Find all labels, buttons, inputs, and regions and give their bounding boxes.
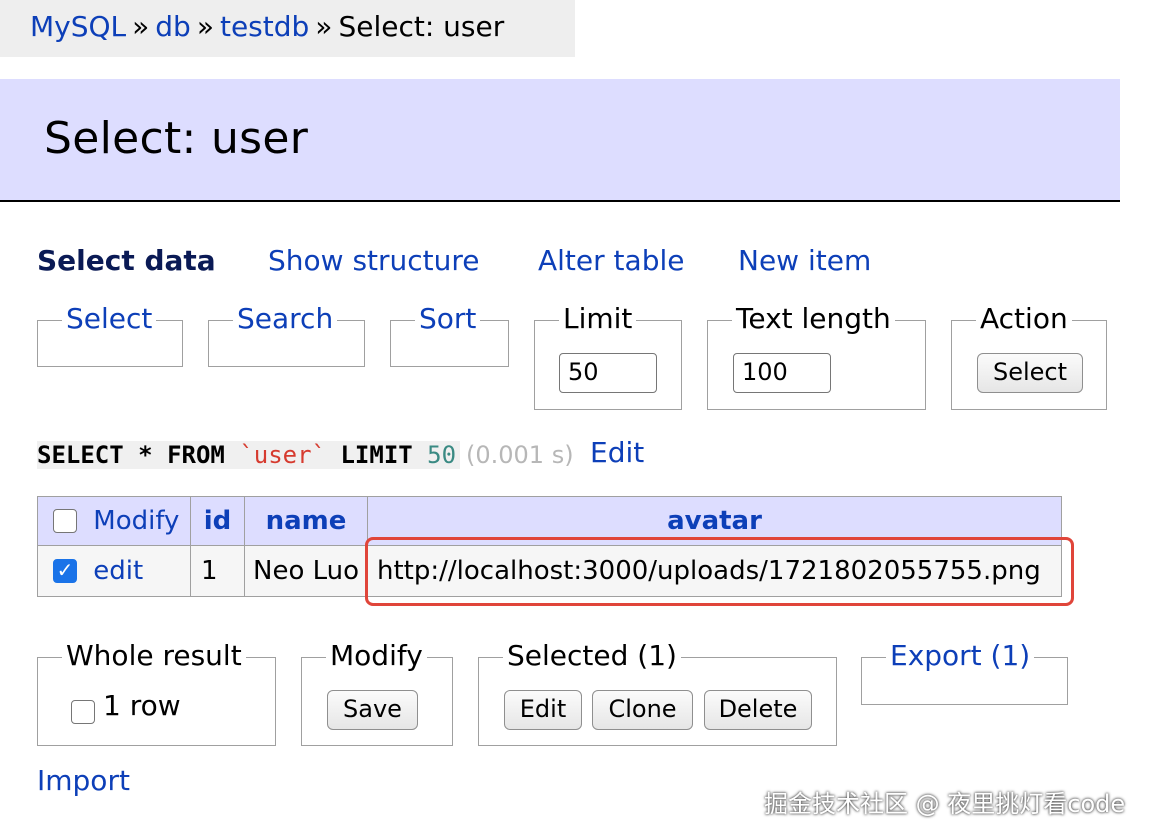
select-columns-link[interactable]: Select bbox=[62, 299, 157, 339]
text-length-input[interactable]: 100 bbox=[733, 353, 831, 393]
selected-fieldset: Selected (1) Edit Clone Delete bbox=[478, 636, 837, 746]
row-edit-link[interactable]: edit bbox=[93, 556, 143, 586]
breadcrumb-db[interactable]: db bbox=[155, 10, 191, 43]
limit-input[interactable]: 50 bbox=[559, 353, 657, 393]
edit-button[interactable]: Edit bbox=[504, 690, 582, 730]
export-link[interactable]: Export (1) bbox=[886, 636, 1035, 676]
search-fieldset: Search bbox=[208, 299, 365, 367]
breadcrumb-testdb[interactable]: testdb bbox=[220, 10, 309, 43]
sort-fieldset: Sort bbox=[390, 299, 509, 367]
modify-link[interactable]: Modify bbox=[93, 506, 179, 536]
breadcrumb: MySQL» db» testdb» Select: user bbox=[0, 0, 575, 57]
sql-keyword-select: SELECT bbox=[37, 441, 124, 469]
sql-keyword-limit: LIMIT bbox=[340, 441, 413, 469]
breadcrumb-separator: » bbox=[196, 10, 214, 43]
whole-result-fieldset: Whole result 1 row bbox=[37, 636, 276, 746]
save-button[interactable]: Save bbox=[327, 690, 418, 730]
delete-button[interactable]: Delete bbox=[704, 690, 812, 730]
selected-label: Selected (1) bbox=[503, 636, 681, 676]
limit-label: Limit bbox=[559, 299, 637, 339]
select-all-checkbox[interactable] bbox=[53, 509, 77, 534]
row-checkbox[interactable]: ✓ bbox=[53, 559, 77, 584]
row-count-label: 1 row bbox=[103, 689, 181, 722]
breadcrumb-mysql[interactable]: MySQL bbox=[30, 10, 126, 43]
breadcrumb-separator: » bbox=[132, 10, 150, 43]
modify-label: Modify bbox=[326, 636, 427, 676]
sql-limit-value: 50 bbox=[427, 441, 457, 469]
text-length-fieldset: Text length 100 bbox=[707, 299, 926, 410]
sql-table-name: `user` bbox=[239, 441, 327, 469]
row-select-cell: ✓ edit bbox=[37, 545, 191, 597]
import-link[interactable]: Import bbox=[37, 764, 130, 797]
cell-id[interactable]: 1 bbox=[190, 545, 245, 597]
tab-new-item[interactable]: New item bbox=[738, 244, 871, 277]
limit-fieldset: Limit 50 bbox=[534, 299, 682, 410]
sql-keyword-from: FROM bbox=[167, 441, 225, 469]
tab-show-structure[interactable]: Show structure bbox=[268, 244, 480, 277]
whole-result-checkbox[interactable] bbox=[71, 700, 95, 724]
watermark: 掘金技术社区 @ 夜里挑灯看code bbox=[764, 790, 1126, 818]
select-fieldset: Select bbox=[37, 299, 183, 367]
query-time: (0.001 s) bbox=[466, 441, 574, 469]
clone-button[interactable]: Clone bbox=[592, 690, 693, 730]
sql-star: * bbox=[138, 441, 153, 469]
export-fieldset: Export (1) bbox=[861, 636, 1068, 705]
cell-name[interactable]: Neo Luo bbox=[244, 545, 368, 597]
whole-result-label: Whole result bbox=[62, 636, 246, 676]
text-length-label: Text length bbox=[732, 299, 895, 339]
sql-query: SELECT * FROM `user` LIMIT 50 bbox=[37, 440, 461, 470]
page-header: Select: user bbox=[0, 79, 1120, 202]
avatar-highlight-box bbox=[365, 537, 1074, 606]
modify-fieldset: Modify Save bbox=[301, 636, 453, 746]
column-header-id[interactable]: id bbox=[190, 496, 245, 546]
action-label: Action bbox=[976, 299, 1072, 339]
sort-link[interactable]: Sort bbox=[415, 299, 481, 339]
breadcrumb-current: Select: user bbox=[338, 10, 505, 43]
tab-select-data: Select data bbox=[37, 244, 216, 277]
header-modify: Modify bbox=[37, 496, 191, 546]
column-header-name[interactable]: name bbox=[244, 496, 368, 546]
edit-query-link[interactable]: Edit bbox=[590, 436, 644, 470]
breadcrumb-separator: » bbox=[315, 10, 333, 43]
page-title: Select: user bbox=[44, 113, 309, 164]
tab-alter-table[interactable]: Alter table bbox=[538, 244, 684, 277]
action-select-button[interactable]: Select bbox=[977, 353, 1083, 393]
search-link[interactable]: Search bbox=[233, 299, 338, 339]
action-fieldset: Action Select bbox=[951, 299, 1107, 410]
